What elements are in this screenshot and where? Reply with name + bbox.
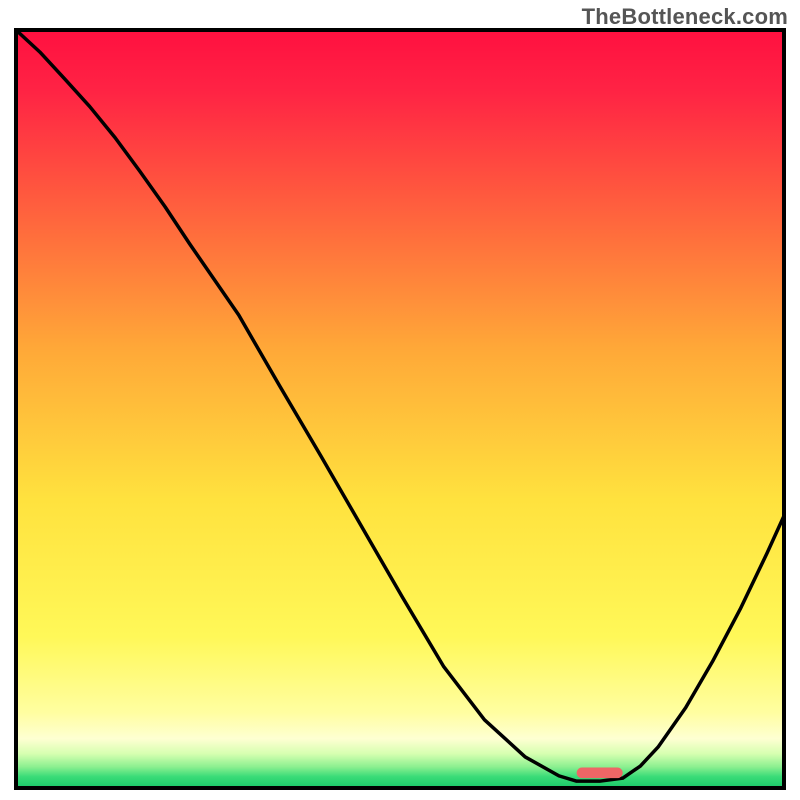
bottleneck-chart: TheBottleneck.com bbox=[0, 0, 800, 800]
chart-svg bbox=[0, 0, 800, 800]
gradient-background bbox=[16, 30, 784, 788]
optimum-marker bbox=[577, 768, 623, 779]
watermark-text: TheBottleneck.com bbox=[582, 4, 788, 30]
